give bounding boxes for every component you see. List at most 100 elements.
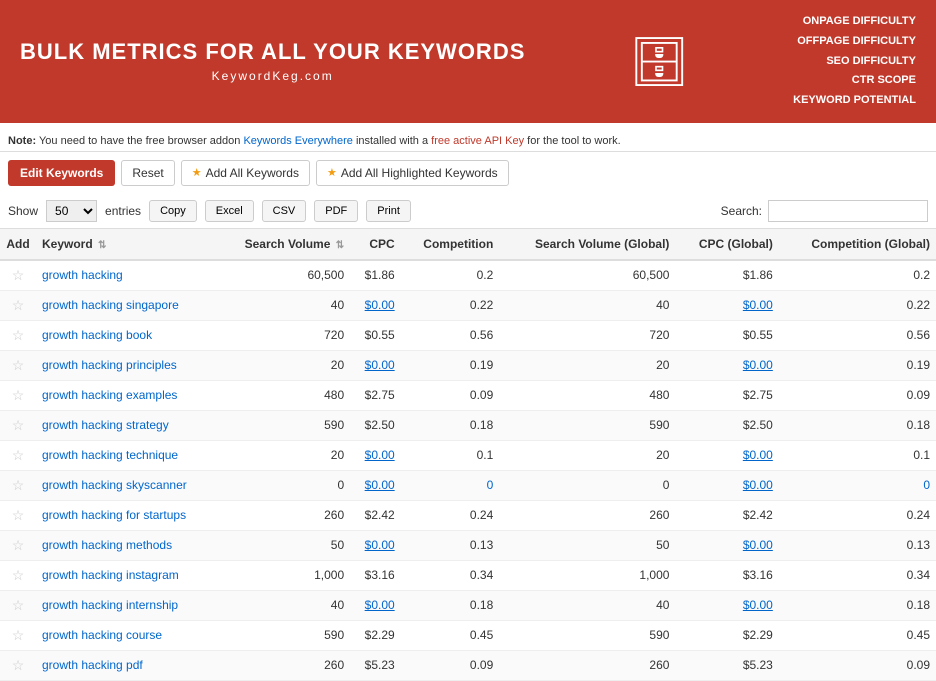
entries-select[interactable]: 10 25 50 100: [46, 200, 97, 222]
cpc-cell-7: $0.00: [350, 470, 401, 500]
header-sv-global[interactable]: Search Volume (Global): [499, 228, 675, 260]
keyword-cell-12: growth hacking course: [36, 620, 216, 650]
reset-button[interactable]: Reset: [121, 160, 174, 186]
keyword-cell-11: growth hacking internship: [36, 590, 216, 620]
comp-global-cell-3: 0.19: [779, 350, 936, 380]
comp-global-cell-0: 0.2: [779, 260, 936, 291]
add-star-0[interactable]: ☆: [0, 260, 36, 291]
keyword-cell-6: growth hacking technique: [36, 440, 216, 470]
sv-global-cell-0: 60,500: [499, 260, 675, 291]
comp-cell-0: 0.2: [401, 260, 500, 291]
keyword-cell-3: growth hacking principles: [36, 350, 216, 380]
add-all-keywords-button[interactable]: ★ Add All Keywords: [181, 160, 310, 186]
add-star-2[interactable]: ☆: [0, 320, 36, 350]
sv-global-cell-6: 20: [499, 440, 675, 470]
add-star-13[interactable]: ☆: [0, 650, 36, 680]
search-label: Search:: [721, 204, 762, 218]
add-star-6[interactable]: ☆: [0, 440, 36, 470]
sv-global-cell-2: 720: [499, 320, 675, 350]
api-key-link[interactable]: free active API Key: [431, 135, 524, 147]
search-input[interactable]: [768, 200, 928, 222]
sv-cell-6: 20: [216, 440, 350, 470]
table-row: ☆ growth hacking technique 20 $0.00 0.1 …: [0, 440, 936, 470]
note-bar: Note: You need to have the free browser …: [0, 131, 936, 151]
comp-global-cell-4: 0.09: [779, 380, 936, 410]
sv-cell-4: 480: [216, 380, 350, 410]
comp-global-cell-2: 0.56: [779, 320, 936, 350]
keyword-cell-2: growth hacking book: [36, 320, 216, 350]
keyword-cell-1: growth hacking singapore: [36, 290, 216, 320]
comp-cell-7: 0: [401, 470, 500, 500]
keyword-cell-9: growth hacking methods: [36, 530, 216, 560]
add-star-9[interactable]: ☆: [0, 530, 36, 560]
table-row: ☆ growth hacking strategy 590 $2.50 0.18…: [0, 410, 936, 440]
banner-title: BULK METRICS FOR ALL YOUR KEYWORDS: [20, 39, 525, 65]
comp-cell-9: 0.13: [401, 530, 500, 560]
comp-cell-6: 0.1: [401, 440, 500, 470]
comp-global-cell-12: 0.45: [779, 620, 936, 650]
add-star-4[interactable]: ☆: [0, 380, 36, 410]
add-star-7[interactable]: ☆: [0, 470, 36, 500]
sv-cell-11: 40: [216, 590, 350, 620]
banner: BULK METRICS FOR ALL YOUR KEYWORDS Keywo…: [0, 0, 936, 123]
table-row: ☆ growth hacking internship 40 $0.00 0.1…: [0, 590, 936, 620]
header-cpc[interactable]: CPC: [350, 228, 401, 260]
add-star-12[interactable]: ☆: [0, 620, 36, 650]
note-text3: for the tool to work.: [527, 135, 621, 147]
sv-cell-3: 20: [216, 350, 350, 380]
header-keyword[interactable]: Keyword ⇅: [36, 228, 216, 260]
add-star-11[interactable]: ☆: [0, 590, 36, 620]
keyword-cell-7: growth hacking skyscanner: [36, 470, 216, 500]
cpc-cell-8: $2.42: [350, 500, 401, 530]
keywords-everywhere-link[interactable]: Keywords Everywhere: [243, 135, 352, 147]
comp-cell-11: 0.18: [401, 590, 500, 620]
comp-global-cell-6: 0.1: [779, 440, 936, 470]
note-text2: installed with a: [356, 135, 431, 147]
header-cpc-global[interactable]: CPC (Global): [675, 228, 778, 260]
header-competition[interactable]: Competition: [401, 228, 500, 260]
comp-cell-5: 0.18: [401, 410, 500, 440]
entries-label: entries: [105, 204, 141, 218]
print-button[interactable]: Print: [366, 200, 411, 222]
metric-keyword: KEYWORD POTENTIAL: [793, 91, 916, 111]
add-star-10[interactable]: ☆: [0, 560, 36, 590]
table-row: ☆ growth hacking course 590 $2.29 0.45 5…: [0, 620, 936, 650]
add-star-3[interactable]: ☆: [0, 350, 36, 380]
table-row: ☆ growth hacking examples 480 $2.75 0.09…: [0, 380, 936, 410]
header-comp-global[interactable]: Competition (Global): [779, 228, 936, 260]
sv-cell-12: 590: [216, 620, 350, 650]
excel-button[interactable]: Excel: [205, 200, 254, 222]
cpc-cell-13: $5.23: [350, 650, 401, 680]
sv-cell-7: 0: [216, 470, 350, 500]
comp-cell-10: 0.34: [401, 560, 500, 590]
metric-ctr: CTR SCOPE: [793, 71, 916, 91]
add-star-5[interactable]: ☆: [0, 410, 36, 440]
cpc-cell-2: $0.55: [350, 320, 401, 350]
table-row: ☆ growth hacking methods 50 $0.00 0.13 5…: [0, 530, 936, 560]
sv-cell-10: 1,000: [216, 560, 350, 590]
cpc-global-cell-11: $0.00: [675, 590, 778, 620]
sv-global-cell-4: 480: [499, 380, 675, 410]
comp-cell-4: 0.09: [401, 380, 500, 410]
copy-button[interactable]: Copy: [149, 200, 197, 222]
comp-global-cell-11: 0.18: [779, 590, 936, 620]
sv-cell-9: 50: [216, 530, 350, 560]
cpc-global-cell-9: $0.00: [675, 530, 778, 560]
cpc-global-cell-7: $0.00: [675, 470, 778, 500]
show-left: Show 10 25 50 100 entries Copy Excel CSV…: [8, 200, 411, 222]
comp-cell-12: 0.45: [401, 620, 500, 650]
pdf-button[interactable]: PDF: [314, 200, 358, 222]
comp-cell-1: 0.22: [401, 290, 500, 320]
keyword-cell-10: growth hacking instagram: [36, 560, 216, 590]
add-star-8[interactable]: ☆: [0, 500, 36, 530]
star-icon-add-highlighted: ★: [327, 166, 337, 179]
header-search-volume[interactable]: Search Volume ⇅: [216, 228, 350, 260]
add-all-highlighted-button[interactable]: ★ Add All Highlighted Keywords: [316, 160, 509, 186]
cpc-cell-0: $1.86: [350, 260, 401, 291]
sv-cell-1: 40: [216, 290, 350, 320]
edit-keywords-button[interactable]: Edit Keywords: [8, 160, 115, 186]
table-row: ☆ growth hacking singapore 40 $0.00 0.22…: [0, 290, 936, 320]
csv-button[interactable]: CSV: [262, 200, 307, 222]
sv-cell-0: 60,500: [216, 260, 350, 291]
add-star-1[interactable]: ☆: [0, 290, 36, 320]
